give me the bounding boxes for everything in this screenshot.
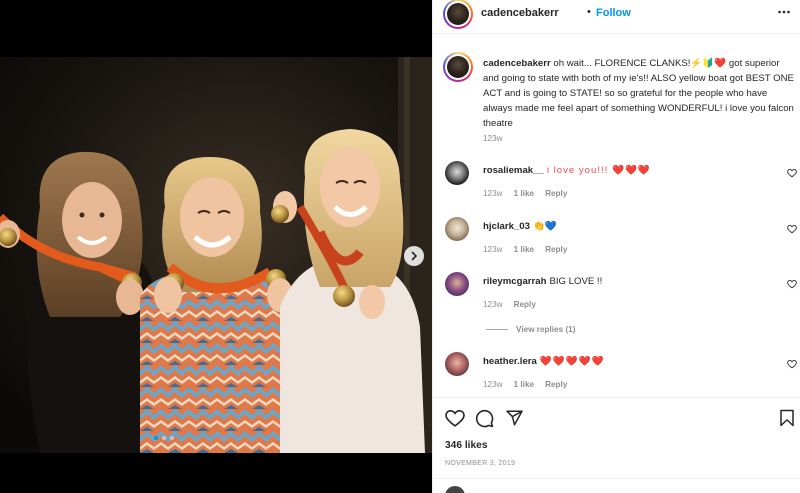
post-photo[interactable] xyxy=(0,57,432,453)
comment-meta: 123w Reply xyxy=(483,300,536,309)
follow-button[interactable]: Follow xyxy=(596,7,631,19)
reply-button[interactable]: Reply xyxy=(545,189,567,198)
comment-likes[interactable]: 1 like xyxy=(514,189,535,198)
comment-time[interactable]: 123w xyxy=(483,380,503,389)
comment-text: rosaliemak__ i love you!!! ❤️❤️❤️ xyxy=(483,165,651,176)
caption-avatar[interactable] xyxy=(443,52,473,82)
author-username[interactable]: cadencebakerr xyxy=(481,7,559,19)
comment-avatar[interactable] xyxy=(445,217,469,241)
comment-likes[interactable]: 1 like xyxy=(514,245,535,254)
comment-text: hjclark_03 👏💙 xyxy=(483,221,557,232)
comment-avatar[interactable] xyxy=(445,272,469,296)
post-header: cadencebakerr • Follow xyxy=(433,0,800,29)
actions-divider xyxy=(433,397,800,398)
comment-text: heather.lera ❤️❤️❤️❤️❤️ xyxy=(483,356,605,367)
post-media xyxy=(0,0,432,493)
heart-icon[interactable] xyxy=(787,279,797,289)
comment-username[interactable]: rileymcgarrah xyxy=(483,276,546,287)
author-avatar[interactable] xyxy=(443,0,473,29)
comment-time[interactable]: 123w xyxy=(483,189,503,198)
comment-avatar[interactable] xyxy=(445,161,469,185)
reply-button[interactable]: Reply xyxy=(545,245,567,254)
replies-line xyxy=(486,329,508,330)
heart-icon[interactable] xyxy=(787,224,797,234)
next-photo-button[interactable] xyxy=(404,246,424,266)
comment-meta: 123w 1 like Reply xyxy=(483,380,567,389)
carousel-dot xyxy=(162,436,166,440)
comment-text: rileymcgarrah BIG LOVE !! xyxy=(483,276,602,287)
heart-icon[interactable] xyxy=(445,409,465,427)
carousel-dot-active xyxy=(154,436,158,440)
comment-body: i love you!!! ❤️❤️❤️ xyxy=(546,165,651,176)
comment-username[interactable]: heather.lera xyxy=(483,356,537,367)
heart-icon[interactable] xyxy=(787,359,797,369)
comment-avatar[interactable] xyxy=(445,352,469,376)
bookmark-icon[interactable] xyxy=(779,409,795,427)
view-replies-label: View replies (1) xyxy=(516,325,576,334)
comment-meta: 123w 1 like Reply xyxy=(483,189,567,198)
caption-username[interactable]: cadencebakerr xyxy=(483,58,551,69)
caption-timestamp[interactable]: 123w xyxy=(483,134,503,143)
comment-username[interactable]: hjclark_03 xyxy=(483,221,530,232)
reply-button[interactable]: Reply xyxy=(514,300,536,309)
heart-icon[interactable] xyxy=(787,168,797,178)
more-icon[interactable] xyxy=(777,5,791,19)
share-icon[interactable] xyxy=(505,409,524,427)
post-date[interactable]: NOVEMBER 3, 2019 xyxy=(445,460,515,467)
carousel-indicator xyxy=(154,436,174,440)
comment-time[interactable]: 123w xyxy=(483,300,503,309)
post-details-panel: cadencebakerr • Follow cadencebakerr oh … xyxy=(432,0,800,493)
comment-likes[interactable]: 1 like xyxy=(514,380,535,389)
header-separator: • xyxy=(587,6,591,18)
comment-time[interactable]: 123w xyxy=(483,245,503,254)
view-replies-button[interactable]: View replies (1) xyxy=(486,325,575,334)
carousel-dot xyxy=(170,436,174,440)
likes-count[interactable]: 346 likes xyxy=(445,440,488,451)
comment-meta: 123w 1 like Reply xyxy=(483,245,567,254)
comment-body: BIG LOVE !! xyxy=(549,276,603,287)
reply-button[interactable]: Reply xyxy=(545,380,567,389)
header-divider xyxy=(433,33,800,34)
comment-box-divider xyxy=(433,478,800,479)
comment-body: ❤️❤️❤️❤️❤️ xyxy=(539,356,605,367)
next-arrow-icon xyxy=(411,251,418,261)
caption-text: cadencebakerr oh wait... FLORENCE CLANKS… xyxy=(483,56,797,131)
comment-icon[interactable] xyxy=(475,409,494,428)
viewer-avatar xyxy=(445,486,465,493)
comment-username[interactable]: rosaliemak__ xyxy=(483,165,544,176)
comment-body: 👏💙 xyxy=(532,221,557,232)
